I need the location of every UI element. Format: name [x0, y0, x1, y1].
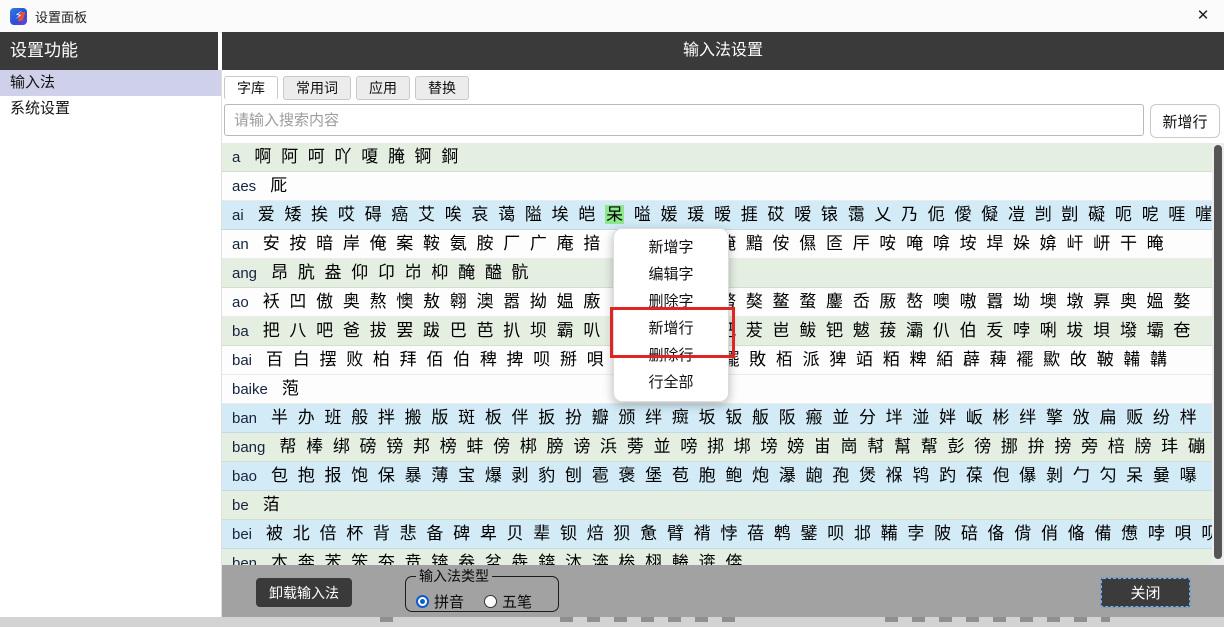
title-bar: 设置面板 ✕: [0, 0, 1224, 33]
table-row-aes[interactable]: aes 厑: [222, 172, 1224, 201]
sidebar-header: 设置功能: [0, 32, 220, 70]
app-logo-icon: [10, 8, 27, 25]
tab-字库[interactable]: 字库: [224, 76, 278, 100]
context-menu-item-新增行[interactable]: 新增行: [614, 315, 728, 342]
row-characters: 被 北 倍 杯 背 悲 备 碑 卑 贝 辈 钡 焙 狈 惫 臂 褙 悖 蓓 鹎 …: [266, 524, 1218, 543]
context-menu-item-删除行[interactable]: 删除行: [614, 342, 728, 369]
settings-panel-window: 设置面板 ✕ 设置功能 输入法设置 输入法 系统设置 字库常用词应用替换 新增行…: [0, 0, 1224, 627]
radio-label: 五笔: [502, 591, 532, 612]
table-row-ai[interactable]: ai 爱 矮 挨 哎 碍 癌 艾 唉 哀 蔼 隘 埃 皑 呆 嗌 媛 瑗 暧 捱 …: [222, 201, 1224, 230]
pinyin-label: ang: [232, 260, 257, 288]
context-menu-item-行全部[interactable]: 行全部: [614, 369, 728, 396]
pinyin-label: bai: [232, 347, 252, 375]
close-button[interactable]: 关闭: [1101, 578, 1190, 607]
row-characters: 半 办 班 般 拌 搬 版 斑 板 伴 扳 扮 瓣 颁 绊 癍 坂 钣 舨 阪 …: [271, 408, 1197, 427]
background-window-text-fragment: [885, 617, 1110, 622]
table-row-bang[interactable]: bang 帮 棒 绑 磅 镑 邦 榜 蚌 傍 梆 膀 谤 浜 蒡 並 嗙 挷 垹 …: [222, 433, 1224, 462]
row-characters: 包 抱 报 饱 保 暴 薄 宝 爆 剥 豹 刨 雹 褒 堡 苞 胞 鲍 炮 瀑 …: [271, 466, 1197, 485]
pinyin-label: ao: [232, 289, 249, 317]
row-characters: 厑: [270, 176, 287, 195]
pinyin-label: a: [232, 144, 240, 172]
background-window-text-fragment: [560, 617, 745, 622]
pinyin-label: bang: [232, 434, 265, 462]
ime-type-group: 拼音 五笔: [416, 591, 548, 612]
pinyin-label: an: [232, 231, 249, 259]
context-menu-item-新增字[interactable]: 新增字: [614, 234, 728, 261]
ime-type-group-label: 输入法类型: [416, 566, 492, 586]
vertical-scrollbar[interactable]: [1212, 143, 1224, 565]
tab-bar: 字库常用词应用替换: [224, 76, 474, 100]
add-row-button[interactable]: 新增行: [1150, 104, 1220, 138]
sidebar-item-input-method[interactable]: 输入法: [0, 70, 221, 96]
ime-type-groupbox: 输入法类型 拼音 五笔: [405, 566, 559, 612]
table-row-be[interactable]: be 萡: [222, 491, 1224, 520]
pinyin-label: be: [232, 492, 249, 520]
bottom-bar: 卸载输入法 输入法类型 拼音 五笔 关闭: [222, 565, 1224, 617]
window-title: 设置面板: [35, 7, 87, 26]
radio-拼音[interactable]: 拼音: [416, 591, 464, 612]
row-characters: 啊 阿 呵 吖 嗄 腌 锕 錒: [254, 147, 458, 166]
table-row-bao[interactable]: bao 包 抱 报 饱 保 暴 薄 宝 爆 剥 豹 刨 雹 褒 堡 苞 胞 鲍 炮…: [222, 462, 1224, 491]
selected-character[interactable]: 呆: [605, 205, 624, 224]
search-row: 新增行: [224, 104, 1220, 138]
pinyin-label: baike: [232, 376, 268, 404]
tab-常用词[interactable]: 常用词: [283, 76, 351, 100]
sidebar-item-system-settings[interactable]: 系统设置: [0, 96, 221, 122]
row-characters: 昂 肮 盎 仰 卬 岇 枊 醃 醠 骯: [271, 263, 529, 282]
radio-selected-icon[interactable]: [416, 595, 429, 608]
tab-应用[interactable]: 应用: [356, 76, 410, 100]
pinyin-label: bei: [232, 521, 252, 549]
window-close-icon[interactable]: ✕: [1188, 3, 1218, 29]
pinyin-label: ben: [232, 550, 257, 565]
row-characters: 萡: [263, 495, 280, 514]
uninstall-ime-button[interactable]: 卸载输入法: [256, 578, 352, 607]
context-menu-item-删除字[interactable]: 删除字: [614, 288, 728, 315]
row-characters: 萢: [282, 379, 299, 398]
pinyin-label: bao: [232, 463, 257, 491]
background-window-remnant: [0, 617, 1224, 627]
table-row-ben[interactable]: ben 本 奔 苯 笨 夯 贲 锛 畚 坌 犇 錛 泍 渀 桳 翉 輽 逩 倴: [222, 549, 1224, 565]
search-input[interactable]: [224, 104, 1144, 136]
pinyin-label: ba: [232, 318, 249, 346]
pinyin-label: ban: [232, 405, 257, 433]
row-characters: 爱 矮 挨 哎 碍 癌 艾 唉 哀 蔼 隘 埃 皑 呆 嗌 媛 瑗 暧 捱 砹 …: [258, 205, 1212, 224]
scrollbar-thumb[interactable]: [1214, 145, 1222, 559]
table-row-bei[interactable]: bei 被 北 倍 杯 背 悲 备 碑 卑 贝 辈 钡 焙 狈 惫 臂 褙 悖 蓓…: [222, 520, 1224, 549]
radio-label: 拼音: [434, 591, 464, 612]
sidebar: 输入法 系统设置: [0, 70, 222, 617]
table-row-ban[interactable]: ban 半 办 班 般 拌 搬 版 斑 板 伴 扳 扮 瓣 颁 绊 癍 坂 钣 舨…: [222, 404, 1224, 433]
row-characters: 帮 棒 绑 磅 镑 邦 榜 蚌 傍 梆 膀 谤 浜 蒡 並 嗙 挷 垹 塝 嫎 …: [279, 437, 1205, 456]
tab-替换[interactable]: 替换: [415, 76, 469, 100]
table-row-a[interactable]: a啊 阿 呵 吖 嗄 腌 锕 錒: [222, 143, 1224, 172]
context-menu: 新增字编辑字删除字新增行删除行行全部: [613, 228, 729, 402]
pinyin-label: aes: [232, 173, 256, 201]
background-window-text-fragment: [380, 617, 402, 622]
page-title: 输入法设置: [222, 32, 1224, 70]
radio-unselected-icon[interactable]: [484, 595, 497, 608]
radio-五笔[interactable]: 五笔: [484, 591, 532, 612]
pinyin-label: ai: [232, 202, 244, 230]
context-menu-item-编辑字[interactable]: 编辑字: [614, 261, 728, 288]
row-characters: 本 奔 苯 笨 夯 贲 锛 畚 坌 犇 錛 泍 渀 桳 翉 輽 逩 倴: [271, 553, 742, 565]
